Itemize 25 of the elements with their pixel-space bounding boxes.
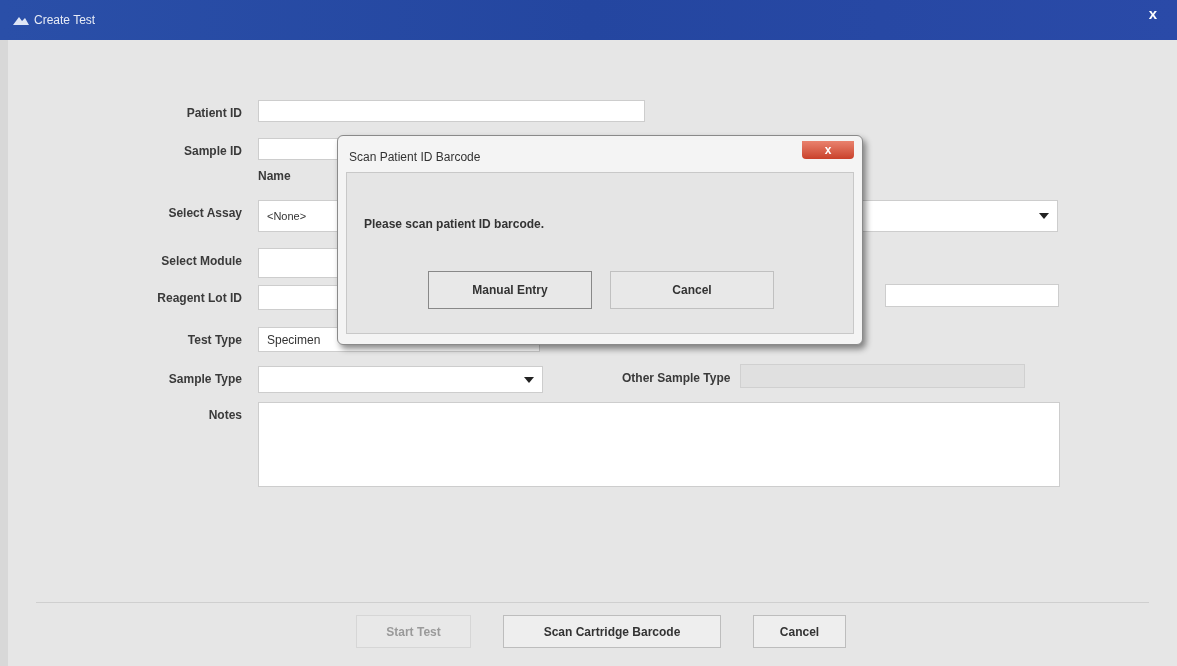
field-label: Select Module xyxy=(161,253,242,270)
action-button[interactable]: Scan Cartridge Barcode xyxy=(503,615,721,648)
input-field[interactable] xyxy=(258,100,645,122)
field-label: Sample ID xyxy=(183,143,242,160)
notes-field[interactable] xyxy=(258,402,1060,487)
dialog-button[interactable]: Cancel xyxy=(610,271,774,309)
caret-icon xyxy=(1039,213,1049,219)
dialog-title: Scan Patient ID Barcode xyxy=(349,149,481,166)
dialog-message: Please scan patient ID barcode. xyxy=(364,216,546,233)
field-label: Other Sample Type xyxy=(622,370,731,387)
caret-icon xyxy=(524,376,534,383)
field-label: Notes xyxy=(208,407,242,424)
dialog-button[interactable]: Manual Entry xyxy=(428,271,592,309)
close-button[interactable]: x xyxy=(1140,2,1165,26)
field-label: Reagent Lot ID xyxy=(157,290,242,307)
field-label: Test Type xyxy=(187,332,242,349)
action-button[interactable]: Cancel xyxy=(753,615,846,648)
dropdown[interactable] xyxy=(258,366,543,393)
field-label: Patient ID xyxy=(186,105,242,122)
field-label: Sample Type xyxy=(168,371,242,388)
field-label: Select Assay xyxy=(168,205,242,222)
close-button[interactable]: x xyxy=(802,141,854,159)
window-title: Create Test xyxy=(34,12,96,29)
input-field[interactable] xyxy=(885,284,1059,307)
column-header: Name xyxy=(258,168,291,185)
